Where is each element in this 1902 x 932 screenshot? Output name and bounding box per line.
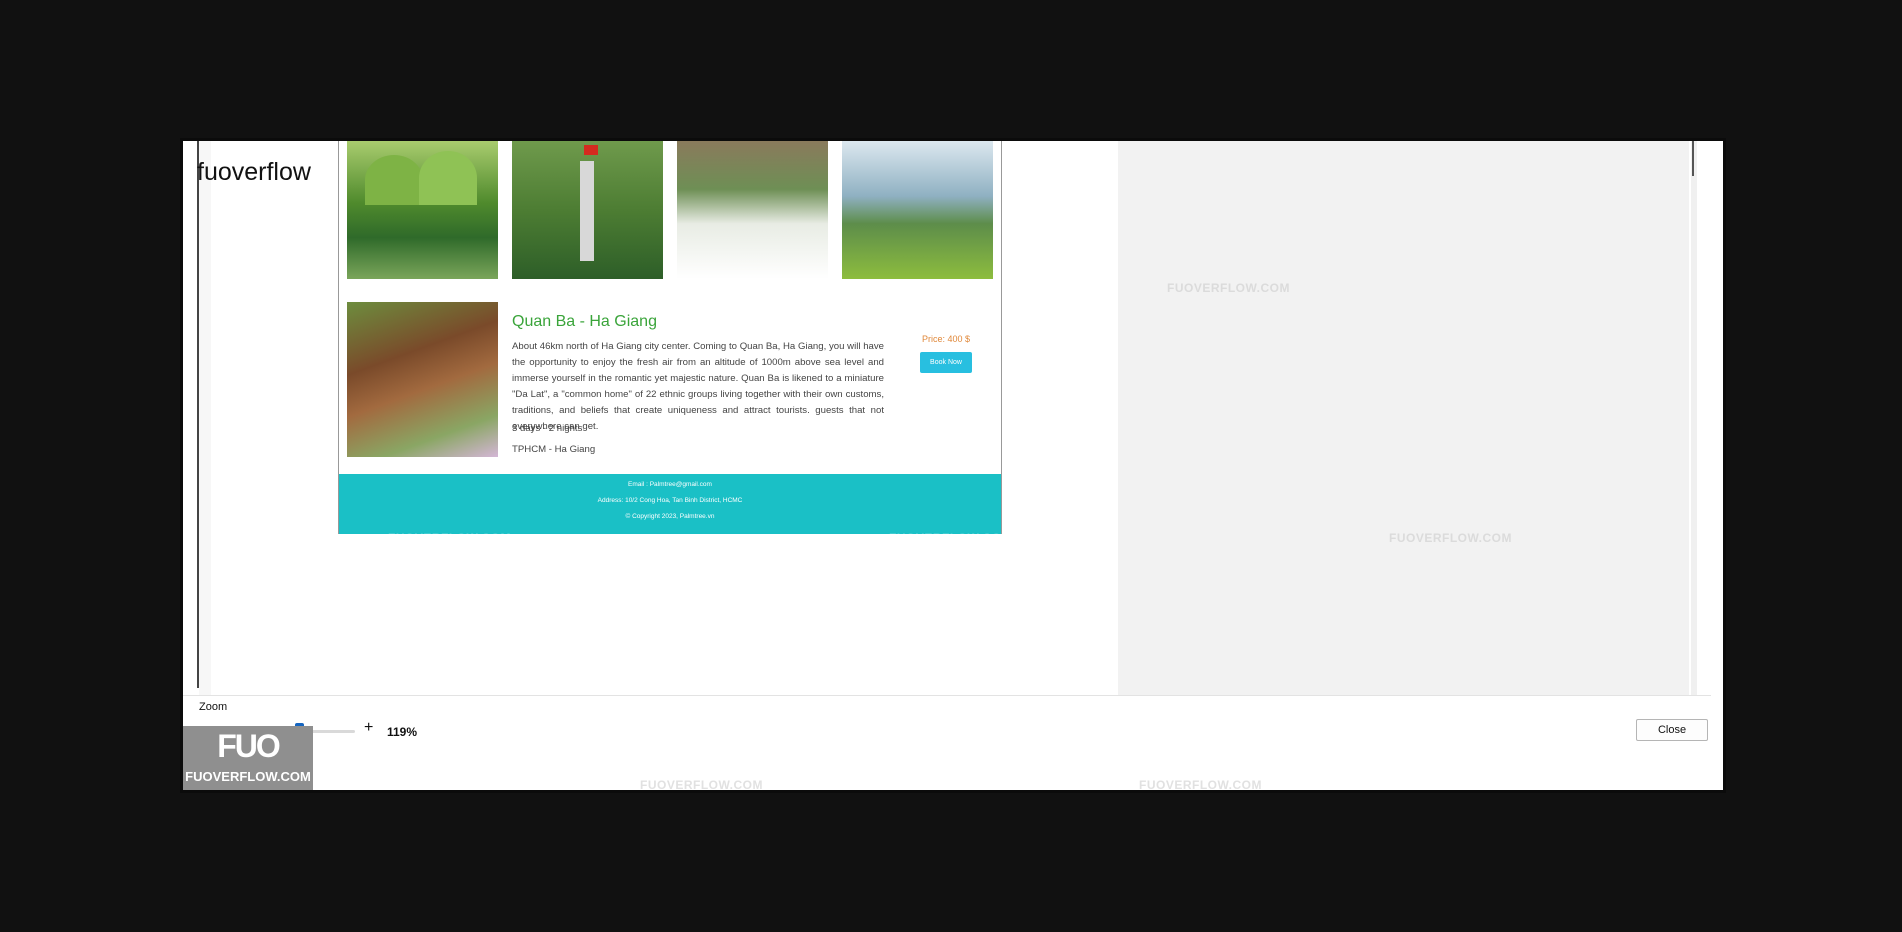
logo-mark: FUO <box>217 728 281 764</box>
left-gutter <box>199 141 211 695</box>
preview-viewport[interactable]: Quan Ba - Ha Giang About 46km north of H… <box>211 141 1689 695</box>
divider <box>183 695 1711 696</box>
print-preview-window: Quan Ba - Ha Giang About 46km north of H… <box>180 138 1726 793</box>
watermark-logo: FUO FUOVERFLOW.COM <box>183 726 313 790</box>
footer-copyright: © Copyright 2023, Palmtree.vn <box>625 513 715 520</box>
tour-description: About 46km north of Ha Giang city center… <box>512 341 884 432</box>
watermark: FUOVERFLOW.COM <box>1389 531 1512 545</box>
watermark: FUOVERFLOW.COM <box>889 531 1012 545</box>
watermark: FUOVERFLOW.COM <box>668 281 791 295</box>
logo-text: FUOVERFLOW.COM <box>185 769 311 784</box>
close-button[interactable]: Close <box>1636 719 1708 741</box>
watermark: FUOVERFLOW.COM <box>640 778 763 792</box>
tour-price: Price: 400 $ <box>922 334 971 344</box>
children-flowers-photo-icon <box>677 141 828 279</box>
vertical-scrollbar-track[interactable] <box>1691 141 1697 695</box>
tour-photo <box>347 302 498 457</box>
watermark: FUOVERFLOW.COM <box>388 531 511 545</box>
window-title: fuoverflow <box>197 158 311 186</box>
watermark: FUOVERFLOW.COM <box>1167 281 1290 295</box>
zoom-in-button[interactable]: + <box>364 719 373 737</box>
watermark: FUOVERFLOW.COM <box>1139 778 1262 792</box>
site-footer: Email : Palmtree@gmail.com Address: 10/2… <box>339 474 1001 534</box>
tour-duration: 3 days - 2 nights <box>512 423 583 434</box>
footer-email: Email : Palmtree@gmail.com <box>628 481 712 488</box>
zoom-label: Zoom <box>199 701 228 713</box>
footer-address: Address: 10/2 Cong Hoa, Tan Binh Distric… <box>597 497 743 504</box>
zoom-value: 119% <box>387 725 418 739</box>
mountain-photo-icon <box>347 141 498 279</box>
preview-page-margin <box>1118 141 1689 695</box>
vertical-scrollbar-thumb[interactable] <box>1692 141 1694 176</box>
tour-title: Quan Ba - Ha Giang <box>512 313 657 330</box>
web-page-preview: Quan Ba - Ha Giang About 46km north of H… <box>338 141 1002 534</box>
valley-road-photo-icon <box>842 141 993 279</box>
flag-tower-photo-icon <box>512 141 663 279</box>
tour-route: TPHCM - Ha Giang <box>512 444 596 455</box>
book-now-button: Book Now <box>920 352 972 373</box>
